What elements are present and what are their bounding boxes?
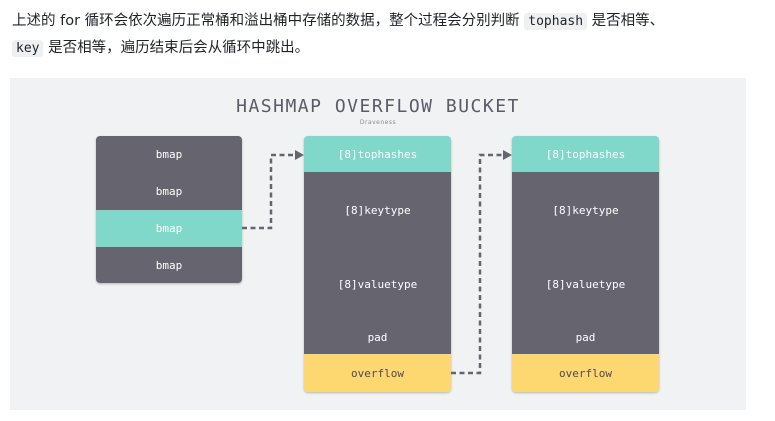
intro-paragraph: 上述的 for 循环会依次遍历正常桶和溢出桶中存储的数据，整个过程会分别判断 t… <box>12 8 752 62</box>
code-tophash: tophash <box>524 13 588 30</box>
arrow-overflow-to-bucket-2 <box>451 153 504 375</box>
intro-text-1: 上述的 for 循环会依次遍历正常桶和溢出桶中存储的数据，整个过程会分别判断 <box>12 13 525 29</box>
arrowhead-icon <box>295 150 304 160</box>
code-key: key <box>12 40 44 57</box>
connector-arrows <box>242 150 512 375</box>
intro-text-2: 是否相等、 <box>587 13 665 29</box>
arrow-bmap-to-bucket-1 <box>242 153 296 230</box>
hashmap-overflow-diagram: HASHMAP OVERFLOW BUCKET Draveness bmap b… <box>10 78 746 410</box>
intro-text-3: 是否相等，遍历结束后会从循环中跳出。 <box>43 40 310 56</box>
arrowhead-icon <box>503 150 512 160</box>
